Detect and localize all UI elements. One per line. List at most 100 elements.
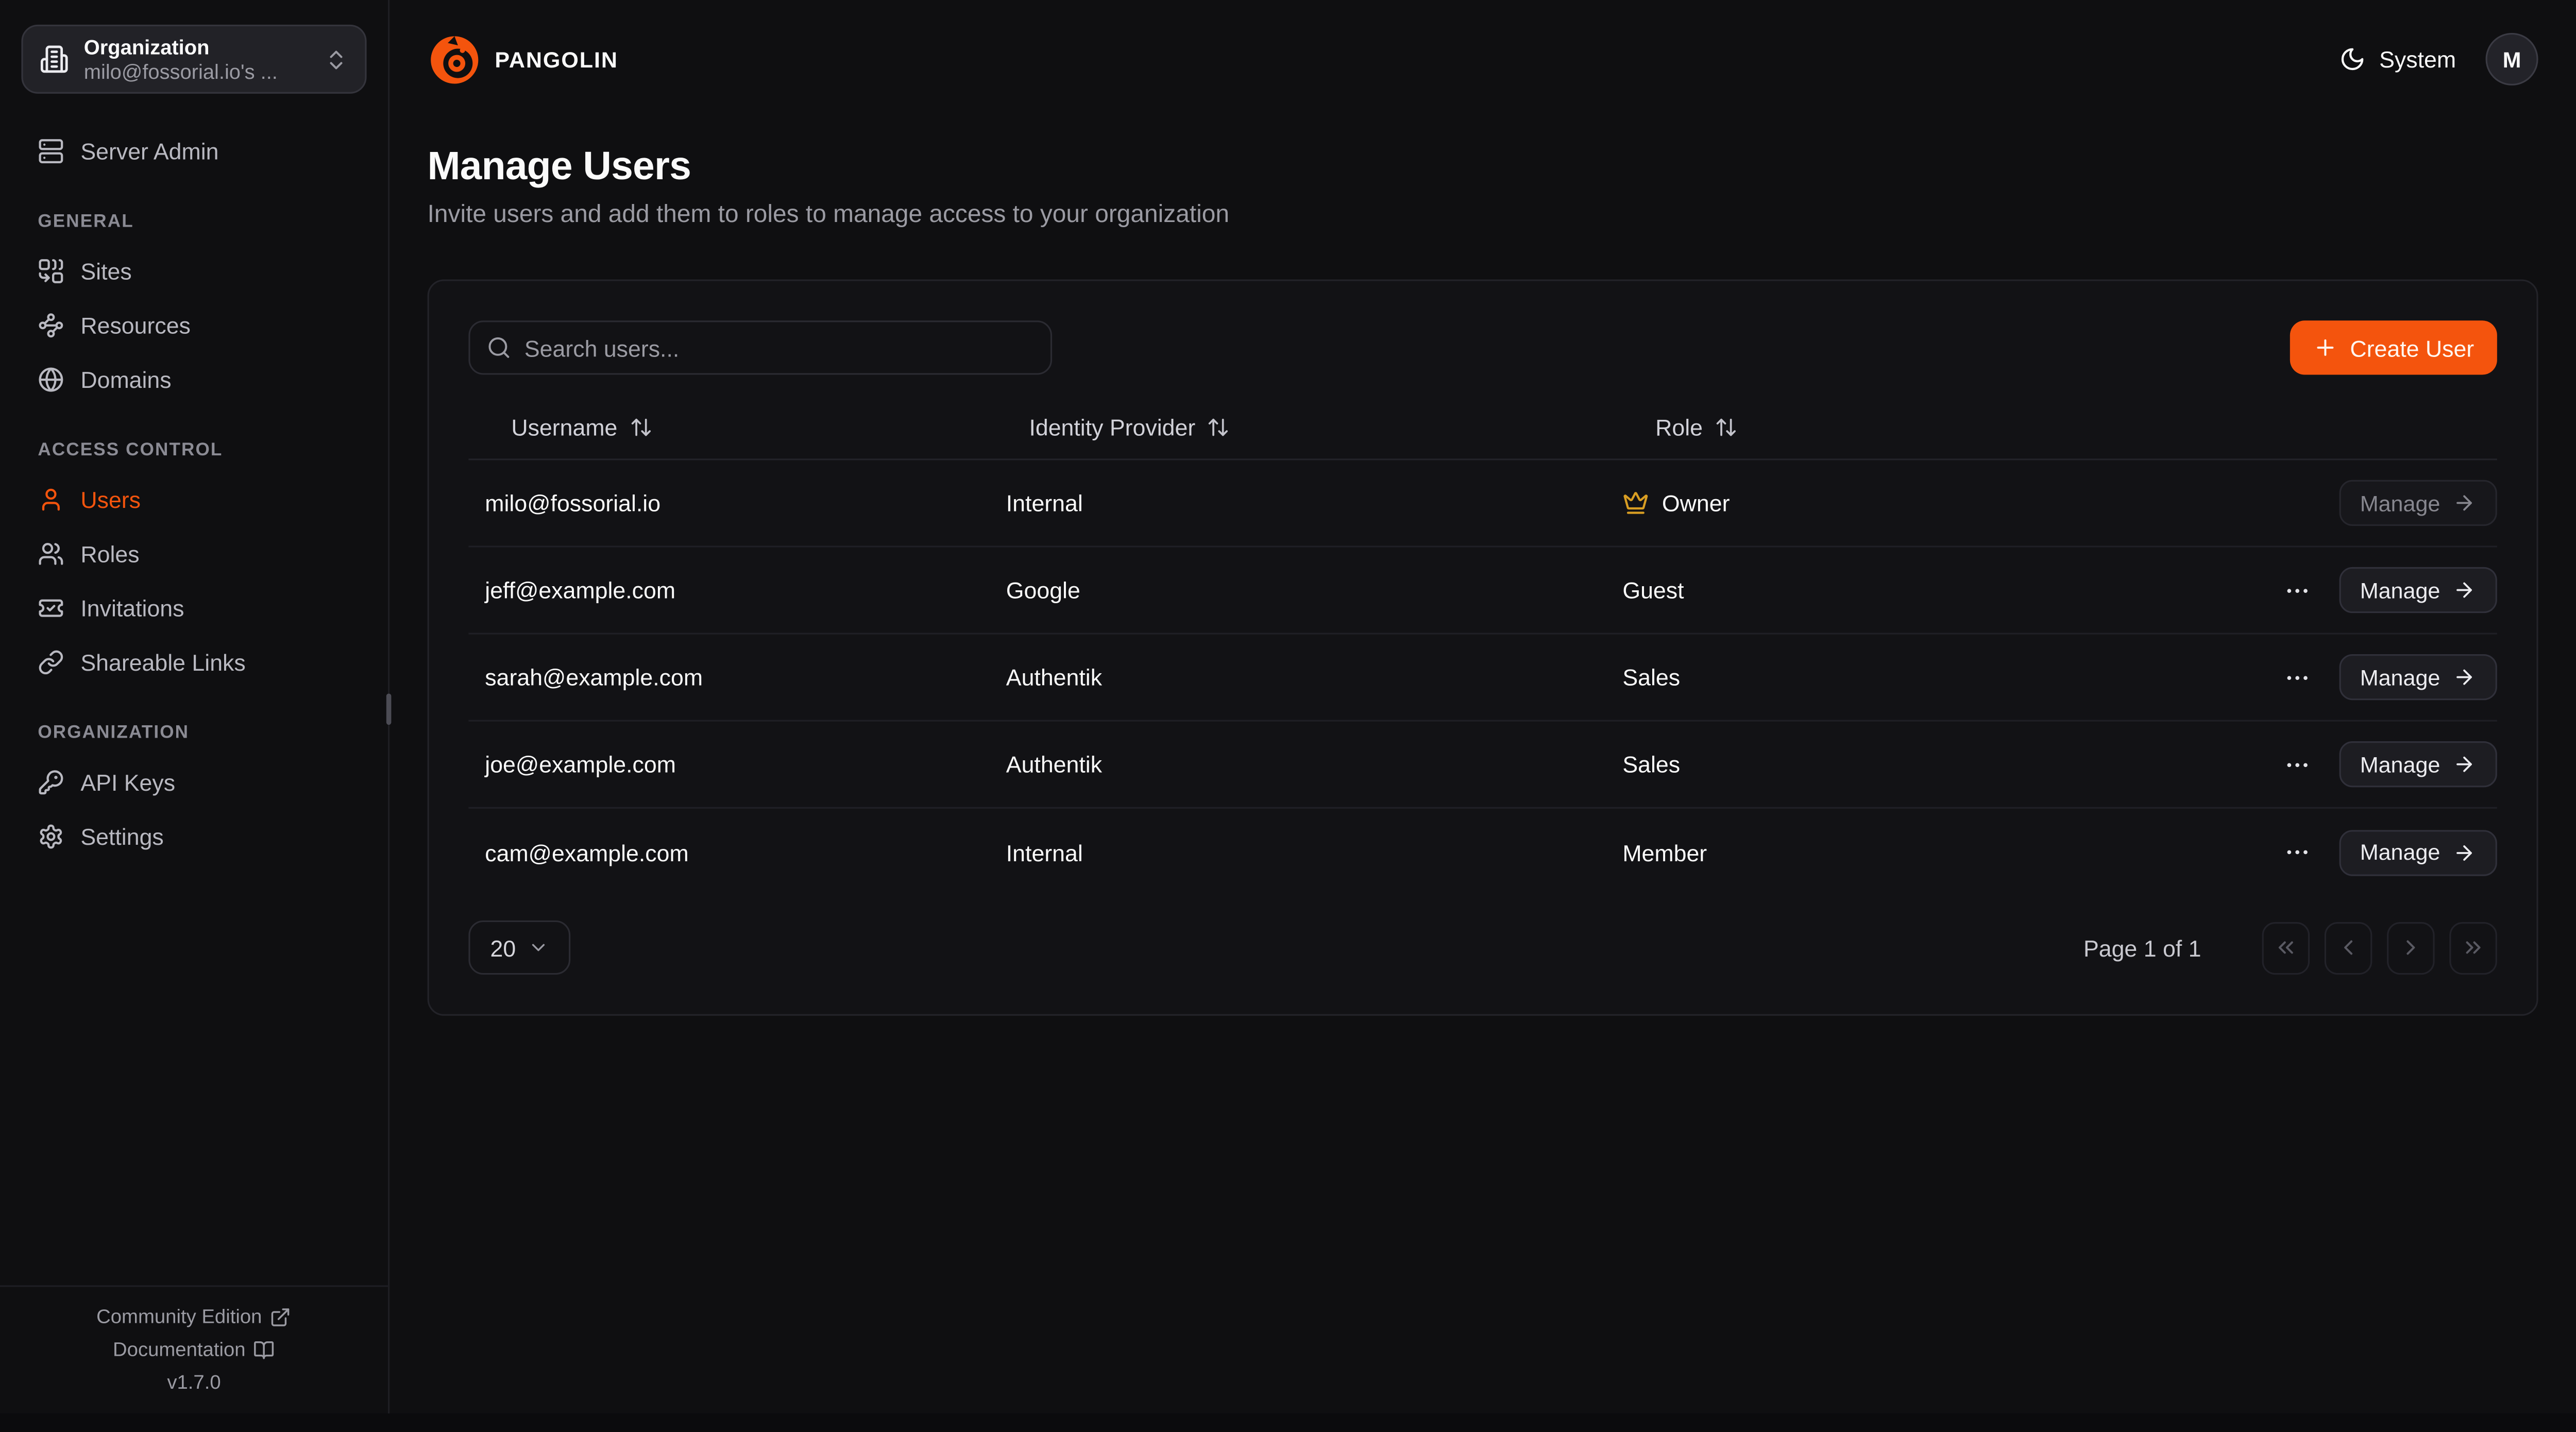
shareable-links-icon: [38, 649, 64, 675]
page-status: Page 1 of 1: [2083, 934, 2201, 961]
chevron-down-icon: [528, 937, 549, 958]
table-row: sarah@example.comAuthentikSalesManage: [468, 635, 2497, 722]
sort-icon: [629, 415, 652, 438]
table-row: milo@fossorial.ioInternalOwnerManage: [468, 460, 2497, 547]
manage-button[interactable]: Manage: [2340, 829, 2497, 875]
avatar-initial: M: [2503, 47, 2521, 72]
user-avatar[interactable]: M: [2486, 33, 2538, 86]
cell-role: Sales: [1622, 664, 2250, 690]
column-header-role[interactable]: Role: [1622, 413, 2250, 439]
chevrons-up-down-icon: [324, 47, 349, 72]
search-box: [468, 320, 1052, 374]
org-selector[interactable]: Organization milo@fossorial.io's ...: [21, 25, 366, 94]
cell-username: sarah@example.com: [468, 664, 1006, 690]
documentation-link[interactable]: Documentation: [113, 1338, 275, 1361]
users-icon: [38, 486, 64, 512]
column-header-identity-provider[interactable]: Identity Provider: [1006, 413, 1623, 439]
plus-icon: [2312, 335, 2337, 360]
sidebar-item-roles[interactable]: Roles: [21, 526, 366, 580]
book-open-icon: [254, 1339, 275, 1360]
last-page-button[interactable]: [2449, 921, 2497, 974]
sort-icon: [1207, 415, 1230, 438]
cell-username: milo@fossorial.io: [468, 490, 1006, 516]
previous-page-button[interactable]: [2325, 921, 2372, 974]
sidebar-item-label: Settings: [80, 823, 163, 849]
community-edition-link[interactable]: Community Edition: [96, 1305, 292, 1328]
column-header-username[interactable]: Username: [468, 413, 1006, 439]
next-page-button[interactable]: [2387, 921, 2435, 974]
app-window: Organization milo@fossorial.io's ... Ser…: [0, 0, 2576, 1413]
arrow-right-icon: [2453, 753, 2477, 776]
cell-identity-provider: Google: [1006, 577, 1623, 603]
first-page-button[interactable]: [2262, 921, 2310, 974]
page-size-select[interactable]: 20: [468, 920, 570, 975]
sidebar-section-label-general: GENERAL: [38, 212, 350, 232]
cell-role: Guest: [1622, 577, 2250, 603]
arrow-right-icon: [2453, 578, 2477, 602]
api-keys-icon: [38, 769, 64, 795]
sidebar-item-invitations[interactable]: Invitations: [21, 580, 366, 634]
sidebar-item-label: Resources: [80, 312, 191, 338]
chevron-left-icon: [2336, 935, 2361, 960]
org-selector-label: Organization: [84, 33, 309, 60]
sidebar-item-shareable-links[interactable]: Shareable Links: [21, 635, 366, 689]
theme-toggle-button[interactable]: System: [2340, 46, 2456, 72]
pangolin-logo-icon: [428, 32, 482, 86]
row-menu-button[interactable]: [2278, 746, 2314, 782]
page-title: Manage Users: [428, 145, 2538, 191]
search-icon: [486, 335, 511, 360]
table-header-row: UsernameIdentity ProviderRole: [468, 395, 2497, 461]
row-menu-button[interactable]: [2278, 834, 2314, 870]
create-user-button[interactable]: Create User: [2289, 320, 2497, 374]
row-menu-button[interactable]: [2278, 572, 2314, 608]
manage-button[interactable]: Manage: [2340, 741, 2497, 787]
cell-username: joe@example.com: [468, 751, 1006, 777]
table-row: jeff@example.comGoogleGuest Manage: [468, 548, 2497, 635]
arrow-right-icon: [2453, 666, 2477, 689]
sidebar-item-label: Server Admin: [80, 137, 218, 163]
users-table: UsernameIdentity ProviderRole milo@fosso…: [468, 395, 2497, 896]
resources-icon: [38, 312, 64, 338]
sidebar-item-api-keys[interactable]: API Keys: [21, 755, 366, 809]
cell-role: Member: [1622, 839, 2250, 865]
ellipsis-icon: [2282, 751, 2310, 778]
chevron-right-icon: [2398, 935, 2423, 960]
domains-icon: [38, 366, 64, 392]
sidebar-item-resources[interactable]: Resources: [21, 298, 366, 352]
users-table-card: Create User UsernameIdentity ProviderRol…: [428, 279, 2538, 1015]
page-subtitle: Invite users and add them to roles to ma…: [428, 200, 2538, 228]
sites-icon: [38, 257, 64, 283]
external-link-icon: [270, 1306, 291, 1327]
sidebar-item-settings[interactable]: Settings: [21, 809, 366, 863]
table-row: joe@example.comAuthentikSales Manage: [468, 722, 2497, 809]
sidebar-section-label-access-control: ACCESS CONTROL: [38, 440, 350, 460]
server-icon: [38, 137, 64, 163]
ellipsis-icon: [2282, 838, 2310, 866]
sidebar-resize-handle[interactable]: [386, 694, 392, 725]
chevrons-right-icon: [2461, 935, 2486, 960]
sidebar-item-label: Shareable Links: [80, 649, 245, 675]
sidebar-item-users[interactable]: Users: [21, 472, 366, 526]
sidebar-nav: Server Admin GENERAL Sites Resources Domain…: [0, 94, 388, 863]
sidebar-item-sites[interactable]: Sites: [21, 243, 366, 297]
search-input[interactable]: [524, 334, 1034, 361]
cell-role: Sales: [1622, 751, 2250, 777]
cell-username: jeff@example.com: [468, 577, 1006, 603]
settings-icon: [38, 823, 64, 849]
cell-identity-provider: Authentik: [1006, 751, 1623, 777]
sidebar-item-server-admin[interactable]: Server Admin: [21, 123, 366, 177]
arrow-right-icon: [2453, 491, 2477, 515]
manage-button[interactable]: Manage: [2340, 654, 2497, 700]
manage-button[interactable]: Manage: [2340, 480, 2497, 526]
cell-identity-provider: Internal: [1006, 839, 1623, 865]
building-icon: [40, 44, 69, 74]
sidebar-item-domains[interactable]: Domains: [21, 352, 366, 406]
row-menu-button[interactable]: [2278, 659, 2314, 695]
arrow-right-icon: [2453, 841, 2477, 864]
main-area: PANGOLIN System M Manage Users Invite us…: [389, 0, 2576, 1413]
sort-icon: [1714, 415, 1737, 438]
manage-button[interactable]: Manage: [2340, 567, 2497, 613]
topbar: PANGOLIN System M: [428, 0, 2538, 118]
ellipsis-icon: [2282, 663, 2310, 691]
sidebar-item-label: API Keys: [80, 769, 175, 795]
